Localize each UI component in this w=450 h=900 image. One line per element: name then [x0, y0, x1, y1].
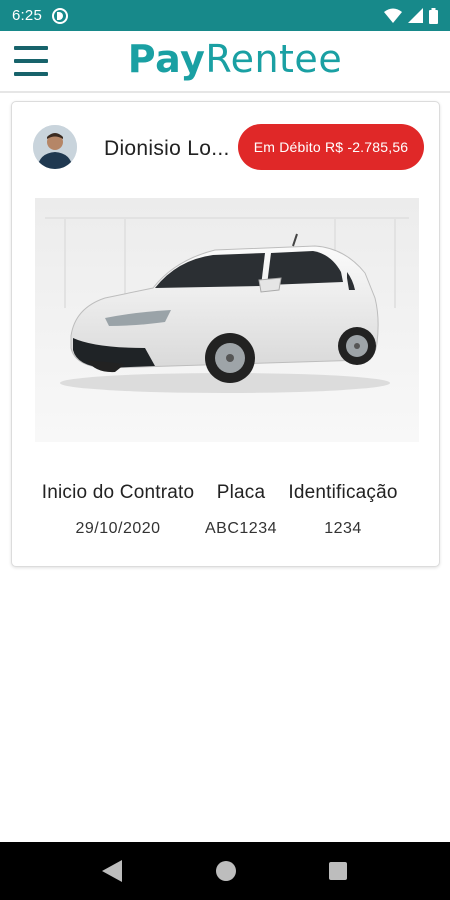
vehicle-card[interactable]: Dionisio Lo... Em Débito R$ -2.785,56 In…	[11, 101, 440, 567]
home-icon[interactable]	[216, 861, 236, 881]
app-screen: 6:25 PayRentee Dionisio Lo... Em Débito …	[0, 0, 450, 900]
owner-name: Dionisio Lo...	[104, 137, 230, 160]
app-bar: PayRentee	[0, 31, 450, 93]
label-identification: Identificação	[288, 482, 398, 503]
label-plate: Placa	[216, 482, 266, 503]
system-nav-bar	[0, 842, 450, 900]
payrentee-logo: PayRentee	[0, 37, 450, 81]
wifi-icon	[384, 8, 402, 23]
value-plate: ABC1234	[205, 520, 277, 537]
signal-icon	[408, 8, 423, 23]
value-contract-start: 29/10/2020	[75, 520, 161, 537]
status-bar: 6:25	[0, 0, 450, 31]
value-identification: 1234	[324, 520, 362, 537]
avatar	[33, 125, 77, 169]
recents-icon[interactable]	[329, 862, 347, 880]
status-icons	[384, 7, 438, 24]
logo-rentee: Rentee	[205, 37, 343, 81]
back-icon[interactable]	[102, 860, 122, 882]
battery-icon	[429, 7, 438, 24]
app-notification-icon	[52, 7, 68, 24]
car-photo	[35, 198, 419, 442]
logo-pay: Pay	[127, 37, 206, 81]
debt-badge[interactable]: Em Débito R$ -2.785,56	[238, 124, 424, 170]
label-contract-start: Inicio do Contrato	[41, 482, 195, 503]
status-time: 6:25	[12, 7, 42, 24]
